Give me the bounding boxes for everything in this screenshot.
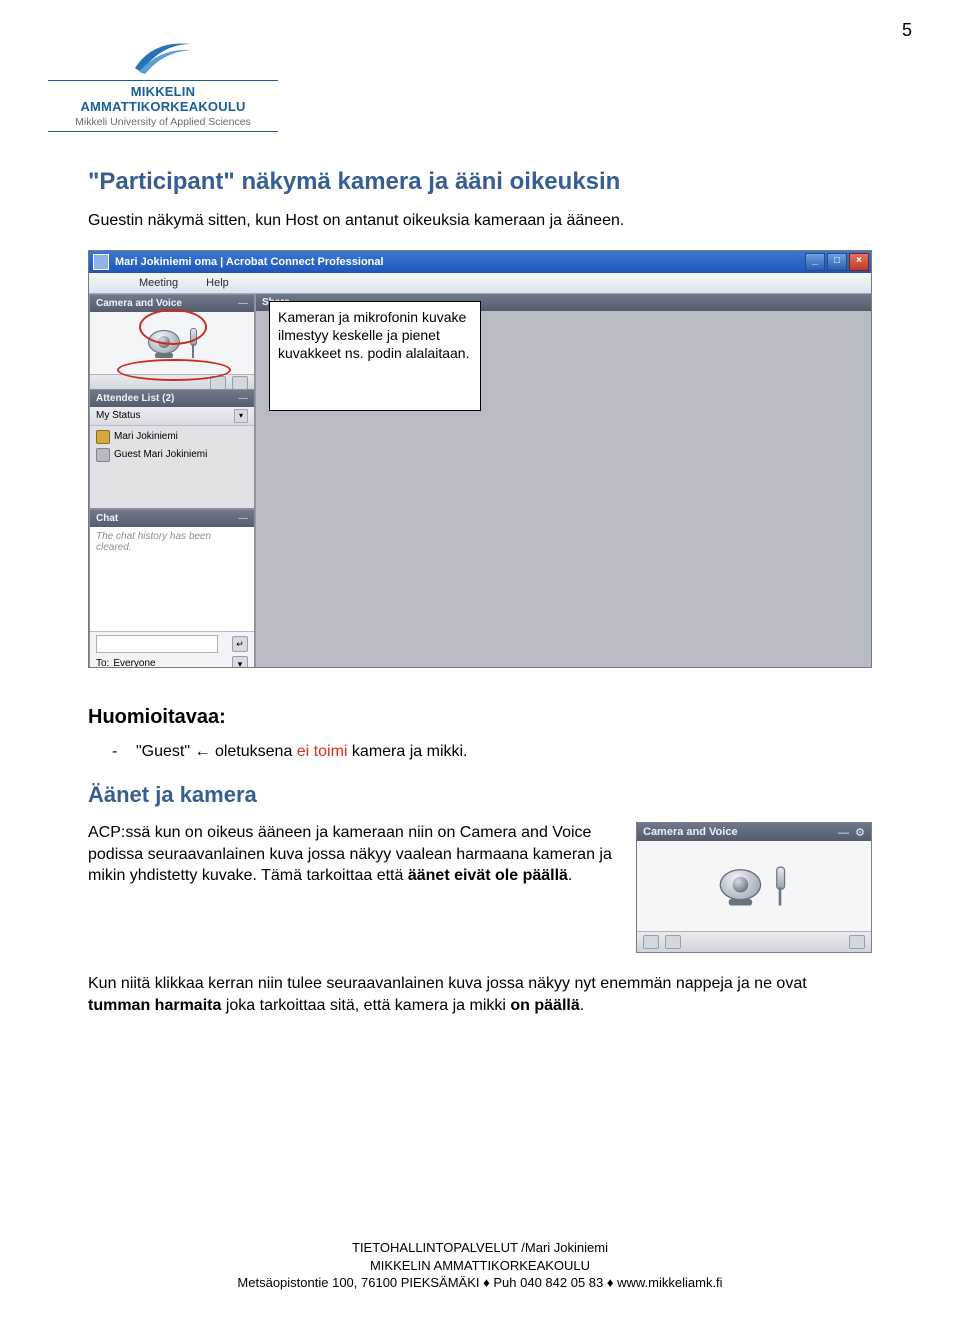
footer-line: MIKKELIN AMMATTIKORKEAKOULU — [0, 1257, 960, 1275]
page-content: "Participant" näkymä kamera ja ääni oike… — [88, 160, 872, 1034]
footer-line: Metsäopistontie 100, 76100 PIEKSÄMÄKI ♦ … — [0, 1274, 960, 1292]
menu-help[interactable]: Help — [206, 277, 229, 289]
highlight-oval-footer — [117, 359, 231, 381]
logo-text-main: MIKKELIN AMMATTIKORKEAKOULU — [48, 84, 278, 114]
attendee-list-pod: Attendee List (2) — My Status ▾ Mari Jok… — [89, 389, 255, 509]
window-title: Mari Jokiniemi oma | Acrobat Connect Pro… — [115, 256, 384, 268]
to-dropdown-icon[interactable]: ▾ — [232, 656, 248, 668]
window-titlebar: Mari Jokiniemi oma | Acrobat Connect Pro… — [89, 251, 871, 273]
app-screenshot: Mari Jokiniemi oma | Acrobat Connect Pro… — [88, 250, 872, 668]
camvoice-thumbnail: Camera and Voice — ⚙ — [636, 822, 872, 953]
host-icon — [96, 430, 110, 444]
menu-meeting[interactable]: Meeting — [139, 277, 178, 289]
attendee-pod-title: Attendee List (2) — [96, 390, 174, 407]
highlight-oval-camera — [139, 309, 207, 345]
to-label: To: — [96, 658, 109, 668]
my-status-label: My Status — [96, 407, 140, 425]
chat-pod-title: Chat — [96, 510, 118, 527]
callout-annotation: Kameran ja mikrofonin kuvake ilmestyy ke… — [269, 301, 481, 411]
logo-text-sub: Mikkeli University of Applied Sciences — [48, 116, 278, 128]
microphone-icon — [776, 867, 784, 906]
pod-minimize-icon[interactable]: — — [238, 510, 248, 527]
footer-line: TIETOHALLINTOPALVELUT /Mari Jokiniemi — [0, 1239, 960, 1257]
thumb-title: Camera and Voice — [643, 826, 738, 838]
status-dropdown-icon[interactable]: ▾ — [234, 409, 248, 423]
heading-1: "Participant" näkymä kamera ja ääni oike… — [88, 168, 872, 196]
chat-pod: Chat — The chat history has been cleared… — [89, 509, 255, 668]
page-number: 5 — [902, 20, 912, 41]
chat-history: The chat history has been cleared. — [90, 527, 254, 631]
thumb-minimize-icon: — ⚙ — [838, 826, 865, 839]
institution-logo: MIKKELIN AMMATTIKORKEAKOULU Mikkeli Univ… — [48, 38, 278, 132]
app-icon — [93, 254, 109, 270]
chat-send-button[interactable]: ↵ — [232, 636, 248, 652]
bullet-item: - "Guest" ← oletuksena ei toimi kamera j… — [112, 741, 872, 763]
attendee-name: Mari Jokiniemi — [114, 431, 178, 442]
chat-input-field[interactable] — [96, 635, 218, 653]
subheading-huomioitavaa: Huomioitavaa: — [88, 706, 872, 729]
maximize-button[interactable]: □ — [827, 253, 847, 271]
intro-paragraph: Guestin näkymä sitten, kun Host on antan… — [88, 210, 872, 232]
footer-mic-icon — [665, 935, 681, 949]
camera-icon — [720, 869, 767, 903]
to-target[interactable]: Everyone — [113, 658, 155, 668]
footer-extra-icon — [849, 935, 865, 949]
footer-camera-icon — [643, 935, 659, 949]
pod-minimize-icon[interactable]: — — [238, 390, 248, 407]
paragraph-click: Kun niitä klikkaa kerran niin tulee seur… — [88, 973, 872, 1016]
guest-icon — [96, 448, 110, 462]
footer-mic-icon[interactable] — [232, 376, 248, 390]
attendee-row[interactable]: Guest Mari Jokiniemi — [90, 446, 254, 464]
minimize-button[interactable]: _ — [805, 253, 825, 271]
paragraph-acp: ACP:ssä kun on oikeus ääneen ja kameraan… — [88, 822, 624, 887]
heading-2: Äänet ja kamera — [88, 782, 872, 808]
pod-minimize-icon[interactable]: — — [238, 295, 248, 312]
attendee-row[interactable]: Mari Jokiniemi — [90, 428, 254, 446]
page-footer: TIETOHALLINTOPALVELUT /Mari Jokiniemi MI… — [0, 1239, 960, 1292]
menubar: Meeting Help — [89, 273, 871, 294]
attendee-name: Guest Mari Jokiniemi — [114, 449, 207, 460]
close-button[interactable]: × — [849, 253, 869, 271]
